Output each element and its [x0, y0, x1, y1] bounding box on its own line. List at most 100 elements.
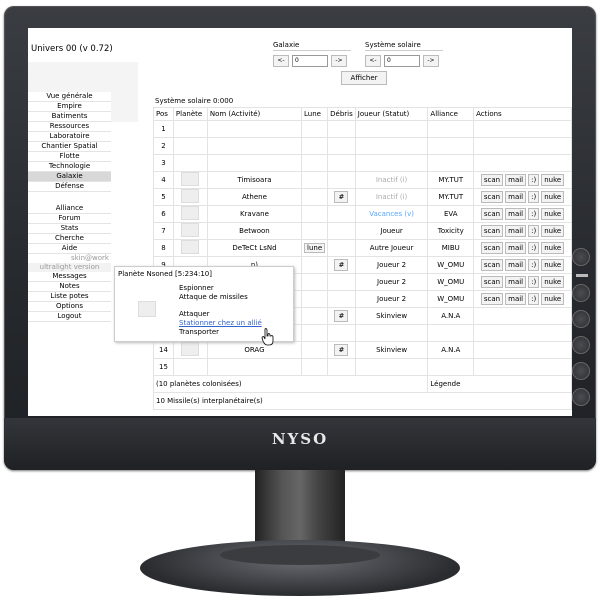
mail-button[interactable]: mail — [505, 191, 527, 203]
nuke-button[interactable]: nuke — [541, 191, 565, 203]
buddy-button[interactable]: :) — [528, 276, 540, 288]
debris-cell[interactable] — [327, 273, 356, 291]
debris-cell[interactable]: # — [327, 341, 356, 359]
alliance-cell[interactable]: A.N.A — [427, 341, 475, 359]
menu-item-batiments[interactable]: Batiments — [28, 112, 111, 122]
debris-cell[interactable] — [327, 171, 356, 189]
planet-name[interactable] — [206, 137, 303, 155]
player-cell[interactable]: Skinview — [354, 307, 429, 325]
nuke-button[interactable]: nuke — [541, 293, 565, 305]
menu-item-stats[interactable]: Stats — [28, 224, 111, 234]
alliance-cell[interactable]: W_OMU — [427, 273, 475, 291]
monitor-button-5[interactable] — [572, 388, 590, 406]
menu-item-chantier-spatial[interactable]: Chantier Spatial — [28, 142, 111, 152]
player-name[interactable]: Joueur 2 — [377, 261, 406, 269]
player-name[interactable]: Skinview — [376, 346, 407, 354]
menu-item-ressources[interactable]: Ressources — [28, 122, 111, 132]
galaxie-prev-button[interactable]: <- — [273, 55, 289, 67]
player-cell[interactable]: Autre Joueur — [354, 239, 429, 257]
menu-item-alliance[interactable]: Alliance — [28, 204, 111, 214]
scan-button[interactable]: scan — [480, 276, 504, 288]
systeme-prev-button[interactable]: <- — [365, 55, 381, 67]
menu-item-technologie[interactable]: Technologie — [28, 162, 111, 172]
debris-cell[interactable]: # — [327, 188, 356, 206]
moon-cell[interactable] — [301, 171, 329, 189]
player-cell[interactable]: Skinview — [354, 341, 429, 359]
monitor-button-3[interactable] — [572, 336, 590, 354]
monitor-button-4[interactable] — [572, 362, 590, 380]
monitor-button-1[interactable] — [572, 284, 590, 302]
afficher-button[interactable]: Afficher — [341, 71, 387, 85]
scan-button[interactable]: scan — [480, 293, 504, 305]
buddy-button[interactable]: :) — [528, 191, 540, 203]
mail-button[interactable]: mail — [505, 174, 527, 186]
scan-button[interactable]: scan — [480, 208, 504, 220]
buddy-button[interactable]: :) — [528, 259, 540, 271]
player-cell[interactable]: Joueur 2 — [354, 290, 429, 308]
menu-item-empire[interactable]: Empire — [28, 102, 111, 112]
player-name[interactable]: Inactif (i) — [376, 193, 407, 201]
player-cell[interactable]: Joueur 2 — [354, 273, 429, 291]
planet-cell[interactable] — [172, 171, 208, 189]
alliance-cell[interactable] — [427, 120, 475, 138]
buddy-button[interactable]: :) — [528, 174, 540, 186]
planet-cell[interactable] — [172, 120, 208, 138]
moon-cell[interactable] — [301, 341, 329, 359]
moon-link[interactable]: lune — [304, 243, 326, 253]
planet-cell[interactable] — [172, 222, 208, 240]
player-cell[interactable] — [354, 154, 429, 172]
scan-button[interactable]: scan — [480, 259, 504, 271]
planet-cell[interactable] — [172, 358, 208, 376]
menu-item-cherche[interactable]: Cherche — [28, 234, 111, 244]
planet-cell[interactable] — [172, 154, 208, 172]
menu-item-flotte[interactable]: Flotte — [28, 152, 111, 162]
popup-option-espionner[interactable]: Espionner — [179, 284, 214, 292]
scan-button[interactable]: scan — [480, 174, 504, 186]
debris-cell[interactable] — [327, 239, 356, 257]
moon-cell[interactable] — [301, 307, 329, 325]
planet-name[interactable]: Timisoara — [206, 171, 303, 189]
debris-button[interactable]: # — [334, 344, 349, 356]
power-button[interactable] — [572, 248, 590, 266]
popup-option-missiles[interactable]: Attaque de missiles — [179, 293, 248, 301]
legend-link[interactable]: Légende — [427, 375, 572, 393]
player-name[interactable]: Skinview — [376, 312, 407, 320]
planet-image[interactable] — [181, 240, 200, 254]
buddy-button[interactable]: :) — [528, 225, 540, 237]
debris-cell[interactable] — [327, 358, 356, 376]
systeme-next-button[interactable]: -> — [423, 55, 439, 67]
popup-option-stationner[interactable]: Stationner chez un allié — [179, 319, 262, 327]
alliance-cell[interactable]: Toxicity — [427, 222, 475, 240]
alliance-cell[interactable]: A.N.A — [427, 307, 475, 325]
nuke-button[interactable]: nuke — [541, 276, 565, 288]
moon-cell[interactable] — [301, 290, 329, 308]
planet-name[interactable]: DeTeCt LsNd — [206, 239, 303, 257]
moon-cell[interactable]: lune — [301, 239, 329, 257]
alliance-cell[interactable]: MY.TUT — [427, 171, 475, 189]
menu-item-notes[interactable]: Notes — [28, 282, 111, 292]
nuke-button[interactable]: nuke — [541, 208, 565, 220]
nuke-button[interactable]: nuke — [541, 259, 565, 271]
planet-name[interactable]: ORAG — [206, 341, 303, 359]
planet-name[interactable] — [206, 154, 303, 172]
alliance-cell[interactable] — [427, 137, 475, 155]
mail-button[interactable]: mail — [505, 225, 527, 237]
debris-cell[interactable] — [327, 120, 356, 138]
moon-cell[interactable] — [301, 358, 329, 376]
player-name[interactable]: Joueur — [380, 227, 402, 235]
planet-cell[interactable] — [172, 137, 208, 155]
player-name[interactable]: Vacances (v) — [369, 210, 414, 218]
nuke-button[interactable]: nuke — [541, 225, 565, 237]
monitor-button-2[interactable] — [572, 310, 590, 328]
moon-cell[interactable] — [301, 273, 329, 291]
planet-name[interactable] — [206, 120, 303, 138]
buddy-button[interactable]: :) — [528, 208, 540, 220]
mail-button[interactable]: mail — [505, 242, 527, 254]
planet-image[interactable] — [181, 223, 200, 237]
debris-button[interactable]: # — [334, 191, 349, 203]
debris-cell[interactable] — [327, 222, 356, 240]
planet-image[interactable] — [181, 172, 200, 186]
player-cell[interactable] — [354, 358, 429, 376]
menu-item-laboratoire[interactable]: Laboratoire — [28, 132, 111, 142]
alliance-cell[interactable] — [427, 154, 475, 172]
